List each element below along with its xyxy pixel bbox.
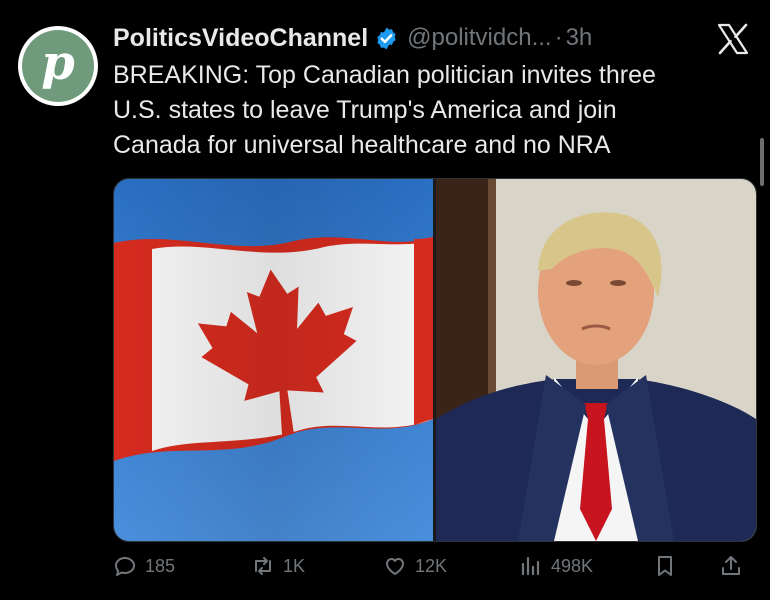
view-count: 498K <box>551 555 594 576</box>
repost-count: 1K <box>283 555 306 576</box>
repost-button[interactable]: 1K <box>251 554 305 578</box>
like-icon <box>386 558 404 575</box>
reply-button[interactable]: 185 <box>113 554 175 578</box>
avatar-letter: p <box>41 35 75 91</box>
scrollbar[interactable] <box>760 138 764 186</box>
views-button[interactable]: 498K <box>519 554 593 578</box>
post-text: BREAKING: Top Canadian politician invite… <box>113 61 656 159</box>
portrait-photo[interactable] <box>436 179 756 541</box>
share-button[interactable] <box>719 554 743 578</box>
post-time[interactable]: 3h <box>566 24 593 52</box>
share-icon <box>722 556 740 575</box>
like-button[interactable]: 12K <box>383 554 447 578</box>
avatar-badge: p <box>22 30 94 102</box>
views-icon <box>521 556 540 576</box>
repost-icon <box>255 557 271 575</box>
like-count: 12K <box>415 555 448 576</box>
canada-flag-image[interactable] <box>114 179 433 541</box>
x-logo-icon[interactable] <box>716 22 750 56</box>
bookmark-icon <box>658 556 672 576</box>
author-handle[interactable]: @politvidch... <box>407 24 551 52</box>
author-avatar[interactable]: p <box>18 26 98 106</box>
action-bar: 185 1K 12K 498K <box>113 554 753 588</box>
post-header: PoliticsVideoChannel @politvidch... · 3h <box>113 22 592 54</box>
verified-badge-icon <box>377 27 396 49</box>
bookmark-button[interactable] <box>653 554 677 578</box>
post-media[interactable] <box>113 178 757 542</box>
reply-count: 185 <box>145 555 176 576</box>
reply-icon <box>115 557 135 576</box>
author-name[interactable]: PoliticsVideoChannel <box>113 24 368 53</box>
header-separator: · <box>554 24 563 51</box>
